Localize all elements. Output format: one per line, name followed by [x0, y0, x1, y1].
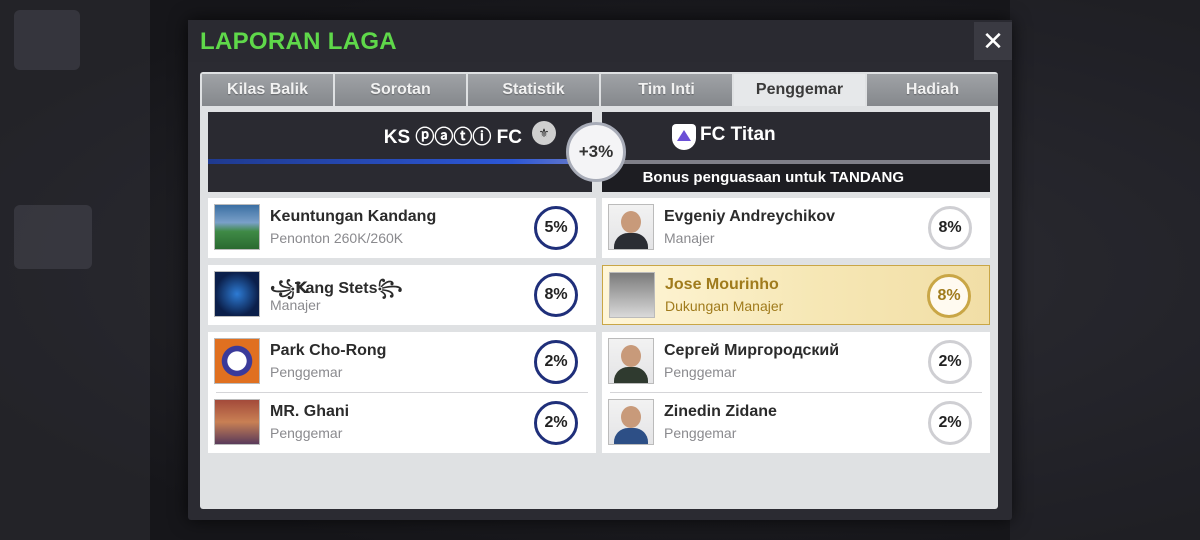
- pct-badge: 8%: [927, 274, 971, 318]
- row-name: Evgeniy Andreychikov: [664, 208, 836, 225]
- match-report-modal: LAPORAN LAGA ✕ Kilas Balik Sorotan Stati…: [188, 20, 1012, 520]
- tab-hadiah[interactable]: Hadiah: [867, 74, 998, 106]
- close-button[interactable]: ✕: [974, 22, 1012, 60]
- pct-badge: 2%: [534, 340, 578, 384]
- bonus-text: Bonus penguasaan untuk TANDANG: [642, 169, 904, 186]
- avatar: [214, 399, 260, 445]
- row-name: MR. Ghani: [270, 403, 350, 420]
- fans-card: Park Cho-Rong Penggemar 2% MR. Ghani Pen…: [208, 332, 596, 453]
- report-panel: Kilas Balik Sorotan Statistik Tim Inti P…: [200, 72, 998, 509]
- row-sub: Penggemar: [664, 364, 737, 380]
- pct-badge: 5%: [534, 206, 578, 250]
- row-sub: Penggemar: [270, 425, 343, 441]
- modal-header: LAPORAN LAGA ✕: [188, 20, 1012, 62]
- tab-bar: Kilas Balik Sorotan Statistik Tim Inti P…: [202, 74, 998, 106]
- list-item[interactable]: Keuntungan Kandang Penonton 260K/260K 5%: [208, 198, 596, 258]
- background-left-panel: [0, 0, 150, 540]
- row-name: Keuntungan Kandang: [270, 208, 437, 225]
- home-row: Keuntungan Kandang Penonton 260K/260K 5%: [208, 198, 596, 258]
- away-row: Evgeniy Andreychikov Manajer 8%: [602, 198, 990, 258]
- background-tile: [14, 10, 80, 70]
- away-team-banner: FC Titan Bonus penguasaan untuk TANDANG: [602, 112, 990, 192]
- row-sub: Penggemar: [664, 425, 737, 441]
- center-bonus-badge: +3%: [566, 122, 626, 182]
- background-right-panel: [1010, 0, 1200, 540]
- stadium-icon: [214, 204, 260, 250]
- list-item[interactable]: Сергей Миргородский Penggemar 2%: [602, 332, 990, 392]
- fans-card: Сергей Миргородский Penggemar 2% Zinedin…: [602, 332, 990, 453]
- row-name: Jose Mourinho: [665, 276, 779, 293]
- away-row: Jose Mourinho Dukungan Manajer 8%: [603, 266, 989, 326]
- list-item-highlighted[interactable]: Jose Mourinho Dukungan Manajer 8%: [602, 265, 990, 325]
- row-sub: Penggemar: [270, 364, 343, 380]
- avatar: [608, 338, 654, 384]
- pct-badge: 8%: [928, 206, 972, 250]
- avatar: [609, 272, 655, 318]
- pct-badge: 2%: [928, 401, 972, 445]
- tab-penggemar[interactable]: Penggemar: [734, 74, 865, 106]
- background-tile: [14, 205, 92, 269]
- tab-tim-inti[interactable]: Tim Inti: [601, 74, 732, 106]
- home-row: ꧁Ꝁang Stets꧂ Manajer 8%: [208, 265, 596, 325]
- list-item[interactable]: Park Cho-Rong Penggemar 2%: [208, 332, 596, 392]
- tab-kilas-balik[interactable]: Kilas Balik: [202, 74, 333, 106]
- home-team-banner: KS ⓟⓐⓣⓘ FC ⚜: [208, 112, 592, 192]
- row-sub: Manajer: [270, 297, 321, 313]
- modal-title: LAPORAN LAGA: [200, 28, 397, 55]
- row-name: Park Cho-Rong: [270, 342, 387, 359]
- list-item[interactable]: Zinedin Zidane Penggemar 2%: [602, 393, 990, 453]
- away-team-name: FC Titan: [700, 124, 776, 145]
- pct-badge: 8%: [534, 273, 578, 317]
- avatar: [608, 399, 654, 445]
- tab-statistik[interactable]: Statistik: [468, 74, 599, 106]
- home-team-name: KS ⓟⓐⓣⓘ FC: [383, 127, 522, 148]
- pct-badge: 2%: [534, 401, 578, 445]
- pct-badge: 2%: [928, 340, 972, 384]
- row-name: Сергей Миргородский: [664, 342, 840, 359]
- home-possession-stripe: [208, 159, 588, 164]
- avatar: [608, 204, 654, 250]
- list-item[interactable]: Evgeniy Andreychikov Manajer 8%: [602, 198, 990, 258]
- tab-sorotan[interactable]: Sorotan: [335, 74, 466, 106]
- row-sub: Manajer: [664, 230, 715, 246]
- row-sub: Penonton 260K/260K: [270, 230, 404, 246]
- avatar: [214, 338, 260, 384]
- shield-crest-icon: ⚜: [532, 121, 556, 145]
- row-name: Zinedin Zidane: [664, 403, 777, 420]
- avatar: [214, 271, 260, 317]
- triangle-crest-icon: [672, 124, 696, 150]
- list-item[interactable]: ꧁Ꝁang Stets꧂ Manajer 8%: [208, 265, 596, 325]
- bonus-bar: Bonus penguasaan untuk TANDANG: [602, 164, 990, 192]
- row-sub: Dukungan Manajer: [665, 298, 784, 314]
- list-item[interactable]: MR. Ghani Penggemar 2%: [208, 393, 596, 453]
